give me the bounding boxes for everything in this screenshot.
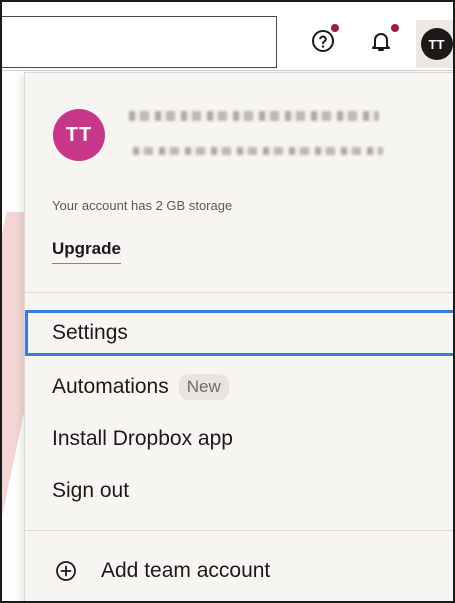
menu-divider-bottom [25,530,453,531]
window-frame: TT TT Your account has 2 GB storage Upgr… [0,0,455,603]
install-app-label: Install Dropbox app [52,427,233,450]
help-circle-icon [312,30,334,52]
help-notification-dot [331,24,339,32]
plus-circle-icon [55,560,77,582]
add-team-account-item[interactable]: Add team account [25,548,453,594]
upgrade-link[interactable]: Upgrade [52,239,121,264]
add-team-account-label: Add team account [101,559,271,582]
account-menu: TT Your account has 2 GB storage Upgrade… [24,72,453,601]
profile-avatar: TT [53,109,105,161]
account-email-redacted [133,147,383,155]
storage-info: Your account has 2 GB storage [52,198,233,213]
header-divider [2,70,453,71]
help-button[interactable] [306,24,340,58]
account-name-redacted [129,111,379,121]
avatar: TT [420,28,453,60]
new-badge: New [178,374,229,400]
notifications-button[interactable] [364,24,399,58]
sign-out-menu-item[interactable]: Sign out [25,468,453,514]
automations-menu-item[interactable]: Automations New [25,364,453,410]
bell-notification-dot [391,24,399,32]
settings-menu-item[interactable]: Settings [25,310,453,356]
search-bar[interactable] [2,16,277,68]
bell-icon [372,33,390,51]
account-menu-button[interactable]: TT [416,20,453,68]
automations-label: Automations [52,375,169,398]
menu-divider [25,292,453,293]
sign-out-label: Sign out [52,479,130,502]
install-app-menu-item[interactable]: Install Dropbox app [25,416,453,462]
settings-label: Settings [52,321,128,344]
